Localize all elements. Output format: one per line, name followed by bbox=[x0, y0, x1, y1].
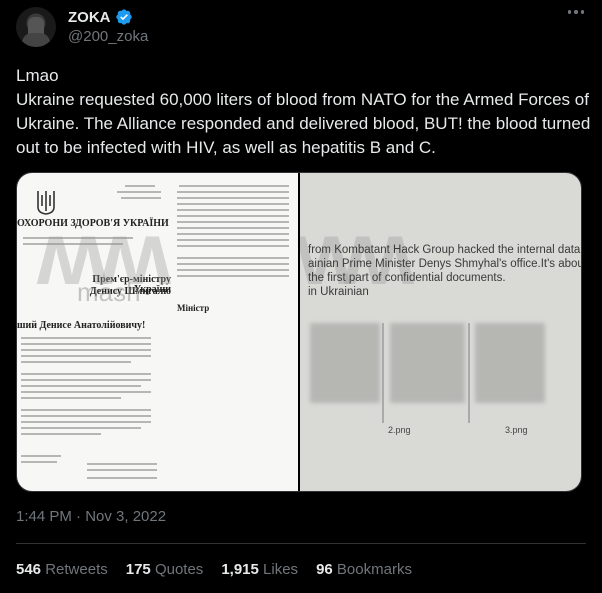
author-handle[interactable]: @200_zoka bbox=[68, 28, 148, 45]
likes-label: Likes bbox=[263, 561, 299, 578]
likes-stat[interactable]: 1,915 Likes bbox=[221, 561, 298, 578]
more-options-icon[interactable] bbox=[567, 10, 584, 14]
avatar[interactable] bbox=[16, 7, 56, 47]
retweets-stat[interactable]: 546 Retweets bbox=[16, 561, 108, 578]
likes-count: 1,915 bbox=[221, 561, 259, 578]
divider bbox=[16, 543, 586, 544]
quotes-label: Quotes bbox=[154, 561, 204, 578]
doc-signature: Міністр bbox=[177, 303, 210, 313]
tweet-media[interactable]: ОХОРОНИ ЗДОРОВ'Я УКРАЇНИ Прем'єр-міністр… bbox=[16, 172, 582, 492]
quotes-stat[interactable]: 175 Quotes bbox=[126, 561, 204, 578]
bookmarks-stat[interactable]: 96 Bookmarks bbox=[316, 561, 412, 578]
engagement-stats: 546 Retweets 175 Quotes 1,915 Likes 96 B… bbox=[16, 561, 412, 578]
author-name-row: ZOKA bbox=[68, 8, 133, 26]
retweets-count: 546 bbox=[16, 561, 42, 578]
quotes-count: 175 bbox=[125, 561, 151, 578]
verified-badge-icon bbox=[115, 9, 132, 25]
retweets-label: Retweets bbox=[45, 561, 108, 578]
screen-line-2: ainian Prime Minister Denys Shmyhal's of… bbox=[308, 258, 581, 270]
thumb-label-2: 3.png bbox=[505, 425, 528, 435]
screen-line-3: the first part of confidential documents… bbox=[308, 272, 506, 284]
bookmarks-label: Bookmarks bbox=[336, 561, 412, 578]
media-image-screen[interactable]: ʍʍ from Kombatant Hack Group hacked the … bbox=[300, 173, 581, 491]
tweet-timestamp[interactable]: 1:44 PM · Nov 3, 2022 bbox=[16, 508, 166, 525]
thumb-label-1: 2.png bbox=[388, 425, 411, 435]
tweet: ZOKA @200_zoka Lmao Ukraine requested 60… bbox=[0, 0, 602, 593]
tweet-text: Lmao Ukraine requested 60,000 liters of … bbox=[16, 64, 591, 160]
tweet-text-body: Ukraine requested 60,000 liters of blood… bbox=[16, 90, 591, 157]
doc-watermark: mash bbox=[77, 277, 141, 307]
doc-greeting: ший Денисе Анатолійовичу! bbox=[17, 320, 146, 331]
author-display-name[interactable]: ZOKA bbox=[68, 9, 111, 26]
tweet-text-line1: Lmao bbox=[16, 66, 59, 85]
screen-line-4: in Ukrainian bbox=[308, 286, 369, 298]
media-image-document[interactable]: ОХОРОНИ ЗДОРОВ'Я УКРАЇНИ Прем'єр-міністр… bbox=[17, 173, 298, 491]
screen-line-1: from Kombatant Hack Group hacked the int… bbox=[308, 244, 581, 256]
bookmarks-count: 96 bbox=[316, 561, 333, 578]
